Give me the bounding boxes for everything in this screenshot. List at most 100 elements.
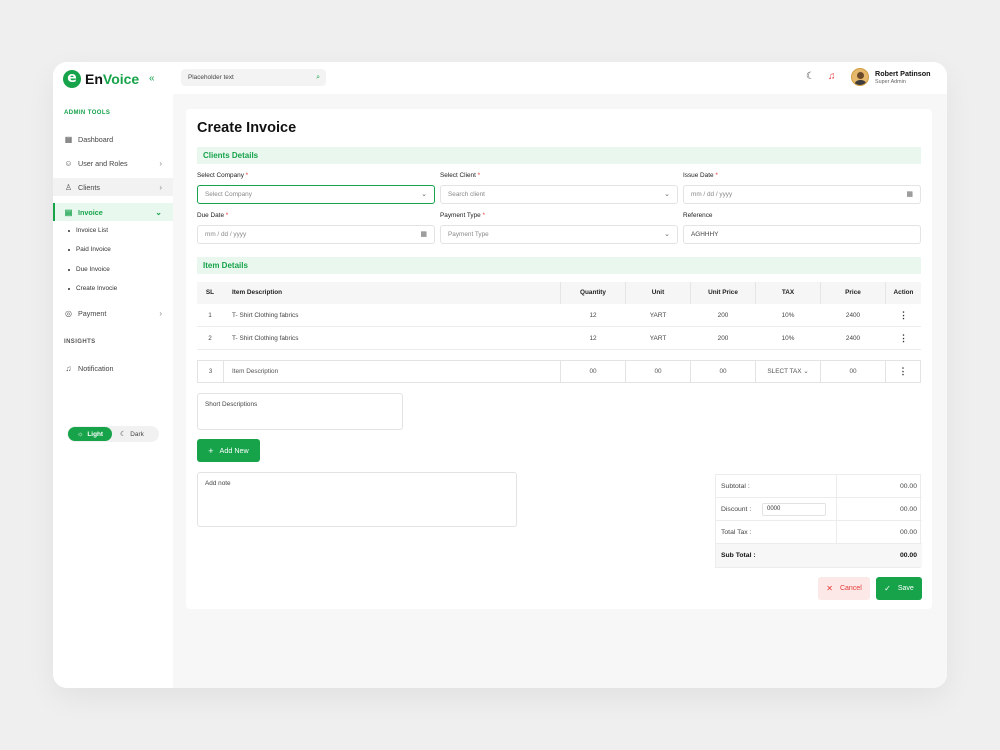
more-actions-icon[interactable]: ⋮ <box>886 304 921 327</box>
col-sl: SL <box>205 289 215 296</box>
due-date-input[interactable]: mm / dd / yyyy ▦ <box>197 225 435 244</box>
required-mark: * <box>477 172 481 179</box>
total-tax-value: 00.00 <box>899 529 917 536</box>
discount-value: 00.00 <box>899 506 917 513</box>
sidebar-item-label: Notification <box>78 363 114 373</box>
search-icon[interactable]: ⌕ <box>316 69 320 86</box>
entry-unit-price-input[interactable]: 00 <box>690 360 756 383</box>
grand-total-value: 00.00 <box>899 552 917 559</box>
theme-dark-label: Dark <box>130 430 144 438</box>
entry-description-input[interactable]: Item Description <box>223 360 561 383</box>
payment-type-select[interactable]: Payment Type ⌄ <box>440 225 678 244</box>
client-placeholder: Search client <box>448 191 485 198</box>
subtotal-value: 00.00 <box>899 483 917 490</box>
due-date-placeholder: mm / dd / yyyy <box>205 231 247 238</box>
sidebar-item-payment[interactable]: ◎ Payment › <box>53 304 173 322</box>
moon-icon: ☾ <box>120 431 127 438</box>
bell-notification-icon[interactable]: ♫ <box>828 71 836 82</box>
theme-light-button[interactable]: ☼ Light <box>68 427 112 441</box>
invoice-icon: ▤ <box>64 207 73 217</box>
plus-icon: + <box>208 445 214 456</box>
sidebar-sub-create-invoice[interactable]: Create Invocie <box>68 285 117 292</box>
subtotal-row: Subtotal : 00.00 <box>716 475 922 498</box>
cell-unit-price: 200 <box>717 335 729 342</box>
sidebar-item-notification[interactable]: ♫ Notification <box>53 359 173 377</box>
search-input[interactable]: Placeholder text ⌕ <box>181 69 326 86</box>
close-icon: ✕ <box>826 584 833 593</box>
chevron-right-icon: › <box>159 182 162 192</box>
grand-total-label: Sub Total : <box>721 552 756 559</box>
calendar-icon[interactable]: ▦ <box>906 186 913 203</box>
cancel-label: Cancel <box>839 585 862 592</box>
sidebar-item-clients[interactable]: ♙ Clients › <box>53 178 173 196</box>
theme-dark-button[interactable]: ☾ Dark <box>120 430 144 439</box>
avatar[interactable] <box>851 68 869 86</box>
due-label-text: Due Date <box>197 212 224 219</box>
cell-tax: 10% <box>781 312 795 319</box>
reference-input[interactable]: AGHHHY <box>683 225 921 244</box>
invoice-card: Create Invoice Clients Details Select Co… <box>186 109 932 609</box>
sidebar-item-user-roles[interactable]: ☺ User and Roles › <box>53 154 173 172</box>
sidebar-item-label: Invoice <box>78 207 103 217</box>
entry-tax-select[interactable]: SLECT TAX ⌄ <box>755 360 821 383</box>
sidebar: e EnVoice « ADMIN TOOLS ▦ Dashboard ☺ Us… <box>53 62 173 688</box>
user-icon: ♙ <box>64 182 73 192</box>
add-note-textarea[interactable]: Add note <box>197 472 517 527</box>
col-action: Action <box>893 289 914 296</box>
client-search-select[interactable]: Search client ⌄ <box>440 185 678 204</box>
sidebar-sub-due-invoice[interactable]: Due Invoice <box>68 266 110 273</box>
search-placeholder: Placeholder text <box>188 74 234 81</box>
issue-date-placeholder: mm / dd / yyyy <box>691 191 733 198</box>
cell-quantity: 12 <box>589 335 597 342</box>
more-actions-icon[interactable]: ⋮ <box>886 327 921 350</box>
sidebar-sub-invoice-list[interactable]: Invoice List <box>68 227 108 234</box>
chevron-down-icon: ⌄ <box>421 191 427 198</box>
cell-description: T- Shirt Clothing fabrics <box>232 312 299 319</box>
issue-date-input[interactable]: mm / dd / yyyy ▦ <box>683 185 921 204</box>
check-icon: ✓ <box>884 584 891 593</box>
add-new-button[interactable]: + Add New <box>197 439 260 462</box>
issue-date-label: Issue Date * <box>683 172 718 179</box>
collapse-sidebar-icon[interactable]: « <box>149 73 155 84</box>
logo[interactable]: e EnVoice <box>63 70 139 88</box>
more-actions-icon[interactable]: ⋮ <box>885 360 921 383</box>
topbar: Placeholder text ⌕ ☾ ♫ Robert Patinson S… <box>173 62 947 94</box>
client-label-text: Select Client <box>440 172 476 179</box>
short-description-textarea[interactable]: Short Descriptions <box>197 393 403 430</box>
insights-label: INSIGHTS <box>64 339 96 345</box>
sidebar-sub-paid-invoice[interactable]: Paid Invoice <box>68 246 111 253</box>
chevron-down-icon: ⌄ <box>803 368 809 375</box>
sidebar-item-label: User and Roles <box>78 158 128 168</box>
reference-label: Reference <box>683 212 713 219</box>
sidebar-item-label: Dashboard <box>78 134 114 144</box>
discount-input[interactable]: 0000 <box>762 503 826 516</box>
total-tax-row: Total Tax : 00.00 <box>716 521 922 544</box>
logo-mark-icon: e <box>63 70 81 88</box>
page-title: Create Invoice <box>197 120 297 136</box>
save-button[interactable]: ✓ Save <box>876 577 922 600</box>
cell-unit: YART <box>649 335 667 342</box>
table-row: 2 T- Shirt Clothing fabrics 12 YART 200 … <box>197 327 921 350</box>
dark-mode-icon[interactable]: ☾ <box>806 71 815 82</box>
col-price: Price <box>845 289 861 296</box>
cancel-button[interactable]: ✕ Cancel <box>818 577 870 600</box>
sidebar-item-label: Clients <box>78 182 100 192</box>
entry-unit-input[interactable]: 00 <box>625 360 691 383</box>
theme-toggle[interactable]: ☼ Light ☾ Dark <box>67 426 159 442</box>
table-row: 1 T- Shirt Clothing fabrics 12 YART 200 … <box>197 304 921 327</box>
cell-sl: 2 <box>208 335 212 342</box>
calendar-icon[interactable]: ▦ <box>420 226 427 243</box>
payment-placeholder: Payment Type <box>448 231 489 238</box>
company-select[interactable]: Select Company ⌄ <box>197 185 435 204</box>
chevron-down-icon: ⌄ <box>664 231 670 238</box>
entry-price-input[interactable]: 00 <box>820 360 886 383</box>
logo-text: EnVoice <box>85 71 139 87</box>
cell-unit-price: 200 <box>717 312 729 319</box>
theme-light-label: Light <box>87 430 104 438</box>
issue-label-text: Issue Date <box>683 172 714 179</box>
sidebar-item-dashboard[interactable]: ▦ Dashboard <box>53 130 173 148</box>
sidebar-item-invoice[interactable]: ▤ Invoice ⌄ <box>53 203 173 221</box>
required-mark: * <box>245 172 249 179</box>
admin-tools-label: ADMIN TOOLS <box>64 110 111 116</box>
entry-quantity-input[interactable]: 00 <box>560 360 626 383</box>
